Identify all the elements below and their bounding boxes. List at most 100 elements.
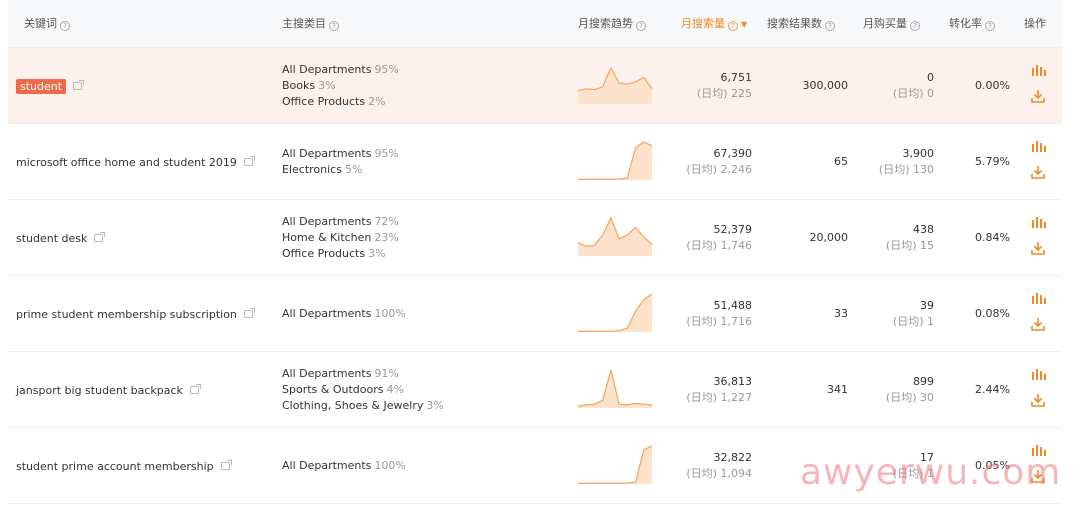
col-volume-label: 月搜索量: [681, 17, 725, 30]
conversion-rate: 0.08%: [975, 307, 1010, 320]
col-conversion[interactable]: 转化率?: [949, 0, 995, 48]
keyword-text[interactable]: jansport big student backpack: [16, 384, 183, 397]
external-link-icon[interactable]: [243, 308, 255, 318]
trend-area: [578, 142, 652, 180]
bar-chart-icon[interactable]: [1030, 214, 1046, 230]
conversion-rate: 5.79%: [975, 155, 1010, 168]
trend-sparkline: [578, 216, 652, 256]
category-item: Sports & Outdoors 4%: [282, 382, 444, 398]
category-percent: 91%: [374, 367, 399, 380]
category-item: All Departments 72%: [282, 214, 399, 230]
keyword-cell[interactable]: student prime account membership: [16, 428, 232, 504]
purchases-cell: 39 (日均) 1: [858, 276, 934, 352]
bar-chart-icon[interactable]: [1030, 138, 1046, 154]
result-count: 33: [834, 307, 848, 320]
category-percent: 3%: [318, 79, 336, 92]
external-link-icon[interactable]: [73, 80, 85, 90]
col-keyword-label: 关键词: [24, 17, 57, 30]
col-trend[interactable]: 月搜索趋势?: [578, 0, 646, 48]
conversion-cell: 0.08%: [938, 276, 1010, 352]
trend-area: [578, 67, 652, 104]
external-link-icon[interactable]: [243, 156, 255, 166]
question-circle-icon[interactable]: ?: [60, 21, 70, 31]
question-circle-icon[interactable]: ?: [985, 21, 995, 31]
external-link-icon[interactable]: [94, 232, 106, 242]
category-item: Clothing, Shoes & Jewelry 3%: [282, 398, 444, 414]
keyword-cell[interactable]: prime student membership subscription: [16, 276, 255, 352]
keyword-text[interactable]: student prime account membership: [16, 460, 214, 473]
results-cell: 33: [758, 276, 848, 352]
bar-chart-icon[interactable]: [1030, 366, 1046, 382]
category-name: All Departments: [282, 215, 372, 228]
volume-cell: 51,488 (日均) 1,716: [648, 276, 752, 352]
keyword-cell[interactable]: student: [16, 48, 85, 124]
monthly-volume: 6,751: [720, 71, 753, 84]
keyword-text[interactable]: student desk: [16, 232, 87, 245]
table-row[interactable]: jansport big student backpack All Depart…: [8, 352, 1062, 428]
table-row[interactable]: microsoft office home and student 2019 A…: [8, 124, 1062, 200]
category-item: Office Products 2%: [282, 94, 399, 110]
table-row[interactable]: student All Departments 95% Books 3% Office …: [8, 48, 1062, 124]
external-link-icon[interactable]: [220, 460, 232, 470]
keyword-cell[interactable]: student desk: [16, 200, 106, 276]
download-icon[interactable]: [1030, 88, 1046, 104]
monthly-volume: 51,488: [713, 299, 753, 312]
category-percent: 100%: [374, 459, 406, 472]
table-row[interactable]: student desk All Departments 72% Home & Ki…: [8, 200, 1062, 276]
col-results[interactable]: 搜索结果数?: [767, 0, 835, 48]
table-header: 关键词? 主搜类目? 月搜索趋势? 月搜索量? ▼ 搜索结果数? 月购买量? 转化…: [8, 0, 1062, 48]
category-item: All Departments 100%: [282, 306, 406, 322]
daily-purchases: (日均) 130: [878, 163, 934, 176]
monthly-volume: 32,822: [713, 451, 753, 464]
keyword-text[interactable]: microsoft office home and student 2019: [16, 156, 237, 169]
bar-chart-icon[interactable]: [1030, 62, 1046, 78]
keyword-cell[interactable]: microsoft office home and student 2019: [16, 124, 255, 200]
trend-sparkline: [578, 293, 652, 332]
col-category[interactable]: 主搜类目?: [282, 0, 339, 48]
category-name: Electronics: [282, 163, 342, 176]
col-volume[interactable]: 月搜索量? ▼: [681, 0, 747, 48]
category-percent: 72%: [374, 215, 399, 228]
category-name: Office Products: [282, 95, 366, 108]
results-cell: 300,000: [758, 48, 849, 124]
table-body: student All Departments 95% Books 3% Office …: [8, 48, 1062, 504]
download-icon[interactable]: [1030, 316, 1046, 332]
question-circle-icon[interactable]: ?: [825, 21, 835, 31]
external-link-icon[interactable]: [189, 384, 201, 394]
col-actions-label: 操作: [1024, 17, 1046, 30]
table-row[interactable]: prime student membership subscription Al…: [8, 276, 1062, 352]
category-item: Electronics 5%: [282, 162, 399, 178]
category-cell: All Departments 95% Electronics 5%: [282, 124, 399, 200]
keyword-cell[interactable]: jansport big student backpack: [16, 352, 201, 428]
download-icon[interactable]: [1030, 392, 1046, 408]
category-cell: All Departments 95% Books 3% Office Products…: [282, 48, 399, 124]
col-actions: 操作: [1024, 0, 1046, 48]
watermark: awyerwu.com: [800, 452, 1062, 493]
download-icon[interactable]: [1030, 240, 1046, 256]
monthly-purchases: 0: [927, 71, 934, 84]
question-circle-icon[interactable]: ?: [329, 21, 339, 31]
category-item: Office Products 3%: [282, 246, 399, 262]
category-cell: All Departments 72% Home & Kitchen 23% Offic…: [282, 200, 399, 276]
result-count: 341: [827, 383, 848, 396]
results-cell: 20,000: [758, 200, 849, 276]
volume-cell: 32,822 (日均) 1,094: [648, 428, 752, 504]
sort-down-icon[interactable]: ▼: [741, 1, 747, 49]
question-circle-icon[interactable]: ?: [636, 21, 646, 31]
question-circle-icon[interactable]: ?: [728, 21, 738, 31]
col-keyword[interactable]: 关键词?: [24, 0, 70, 48]
conversion-cell: 0.00%: [938, 48, 1010, 124]
col-purchases[interactable]: 月购买量?: [863, 0, 920, 48]
category-percent: 23%: [374, 231, 399, 244]
category-percent: 95%: [374, 63, 399, 76]
monthly-purchases: 438: [913, 223, 934, 236]
volume-cell: 6,751 (日均) 225: [648, 48, 752, 124]
trend-sparkline: [578, 66, 652, 104]
download-icon[interactable]: [1030, 164, 1046, 180]
keyword-text[interactable]: prime student membership subscription: [16, 308, 237, 321]
keyword-text[interactable]: student: [16, 78, 67, 94]
category-name: Books: [282, 79, 316, 92]
volume-cell: 52,379 (日均) 1,746: [648, 200, 752, 276]
bar-chart-icon[interactable]: [1030, 290, 1046, 306]
question-circle-icon[interactable]: ?: [910, 21, 920, 31]
